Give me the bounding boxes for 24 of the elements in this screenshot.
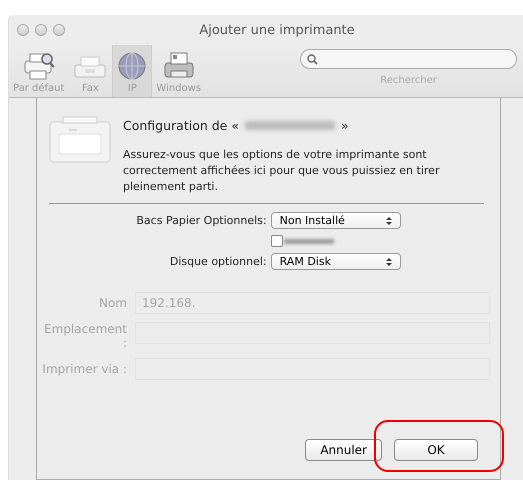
field-label: Imprimer via :	[41, 362, 127, 376]
dialog-button[interactable]: Annuler	[305, 439, 382, 461]
search-label: Rechercher	[380, 75, 437, 86]
search-icon	[307, 54, 318, 64]
option-checkbox[interactable]	[270, 235, 283, 247]
up-down-arrows-icon	[386, 216, 392, 226]
field-label: Nom	[98, 296, 127, 310]
dialog-button[interactable]: OK	[394, 439, 478, 461]
sheet-title-end: »	[341, 118, 349, 133]
redacted-label	[284, 238, 334, 244]
up-down-arrows-icon	[386, 256, 392, 266]
option-popup[interactable]: Non Installé	[270, 212, 401, 229]
option-popup[interactable]: RAM Disk	[270, 253, 401, 270]
option-label: Disque optionnel:	[168, 255, 267, 268]
field-label: Emplacement :	[43, 322, 127, 350]
sheet-description: Assurez-vous que les options de votre imprimante sont correctement affichées ici pour que vous puissiez en tirer pleinement parti.	[123, 147, 440, 195]
zoom-button[interactable]	[53, 24, 65, 36]
close-button[interactable]	[17, 24, 29, 36]
minimize-button[interactable]	[35, 24, 47, 36]
globe-icon	[117, 51, 148, 81]
sheet-title: Configuration de «	[123, 118, 239, 133]
search-field[interactable]	[300, 49, 517, 69]
window-title: Ajouter une imprimante	[198, 22, 356, 38]
option-label: Bacs Papier Optionnels:	[136, 214, 267, 227]
